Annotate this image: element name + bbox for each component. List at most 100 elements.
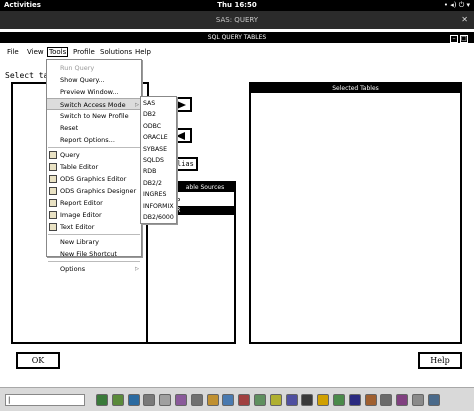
selected-tables-list[interactable] [249, 82, 462, 344]
menu-item-label: Table Editor [60, 163, 99, 171]
menu-item-label: Text Editor [60, 223, 95, 231]
tree-icon[interactable] [333, 394, 345, 406]
menu-item-show-query[interactable]: Show Query... [47, 74, 141, 86]
clock-icon[interactable] [301, 394, 314, 406]
menu-separator [48, 234, 140, 235]
menu-item-label: Switch Access Mode [60, 101, 126, 109]
menu-item-reset[interactable]: Reset [47, 122, 141, 134]
access-mode-item[interactable]: DB2/2 [143, 178, 177, 190]
ok-button[interactable]: OK [16, 352, 60, 369]
table-sources-header: able Sources [176, 183, 234, 192]
menu-tools[interactable]: Tools [47, 47, 69, 57]
report-editor-icon [49, 199, 57, 207]
select-tables-label: Select ta [5, 71, 49, 80]
close-icon[interactable]: ✕ [461, 11, 468, 29]
clock[interactable]: Thu 16:50 [0, 1, 474, 9]
menu-separator [48, 147, 140, 148]
menu-item-switch-access-mode[interactable]: Switch Access Mode ▷ [47, 98, 141, 110]
source-item-selected[interactable]: R [176, 206, 234, 215]
access-mode-item[interactable]: DB2/6000 [143, 212, 177, 224]
graph-icon[interactable] [285, 394, 298, 406]
app-icon[interactable] [427, 394, 440, 406]
table-icon[interactable] [254, 394, 266, 406]
folder-icon[interactable] [159, 394, 172, 406]
menubar: File View Tools Profile Solutions Help [0, 47, 474, 58]
command-field[interactable]: | [5, 394, 85, 406]
menu-item-options[interactable]: Options ▷ [47, 263, 141, 275]
access-mode-item[interactable]: INGRES [143, 189, 177, 201]
window-title: SAS: QUERY [215, 16, 259, 24]
menu-item-label: Options [60, 265, 86, 273]
minimize-icon[interactable]: – [450, 35, 458, 43]
editor-icon[interactable] [175, 394, 187, 406]
menu-view[interactable]: View [27, 48, 44, 56]
text-editor-icon [49, 223, 57, 231]
db-icon[interactable] [348, 394, 361, 406]
search-icon[interactable] [269, 394, 282, 406]
menu-item-new-file-shortcut[interactable]: New File Shortcut [47, 248, 141, 260]
menu-solutions[interactable]: Solutions [100, 48, 132, 56]
access-mode-submenu: SAS DB2 ODBC ORACLE SYBASE SQLDS RDB DB2/2 INGRE… [140, 96, 177, 224]
submenu-arrow-icon: ▷ [135, 266, 139, 272]
sql-window-titlebar: SQL QUERY TABLES – □ [0, 32, 474, 43]
ods-graphics-editor-icon [49, 175, 57, 183]
menu-item-label: New Library [60, 238, 99, 246]
print-icon[interactable] [190, 394, 203, 406]
menu-item-text-editor[interactable]: Text Editor [47, 221, 141, 233]
selected-tables-header: Selected Tables [251, 84, 460, 93]
menu-item-label: Image Editor [60, 211, 102, 219]
query-icon [49, 151, 57, 159]
menu-item-query[interactable]: Query [47, 149, 141, 161]
run-icon[interactable] [317, 394, 330, 406]
menu-item-label: ODS Graphics Editor [60, 175, 127, 183]
menu-item-report-options[interactable]: Report Options... [47, 134, 141, 146]
system-tray[interactable]: • ◂) ⏻ ▾ [444, 1, 470, 10]
table-editor-icon [49, 163, 57, 171]
menu-item-label: New File Shortcut [60, 250, 117, 258]
calendar-icon[interactable] [111, 394, 124, 406]
access-mode-item[interactable]: DB2 [143, 109, 177, 121]
access-mode-item[interactable]: INFORMIX [143, 201, 177, 213]
menu-item-report-editor[interactable]: Report Editor [47, 197, 141, 209]
menu-item-image-editor[interactable]: Image Editor [47, 209, 141, 221]
gear-icon[interactable] [143, 394, 156, 406]
menu-item-label: Query [60, 151, 80, 159]
source-item[interactable]: P [176, 197, 188, 206]
menu-help[interactable]: Help [135, 48, 151, 56]
access-mode-item[interactable]: SQLDS [143, 155, 177, 167]
menu-file[interactable]: File [7, 48, 19, 56]
ods-graphics-designer-icon [49, 187, 57, 195]
menu-item-ods-graphics-designer[interactable]: ODS Graphics Designer [47, 185, 141, 197]
terminal-icon[interactable] [96, 394, 108, 406]
menu-item-label: Show Query... [60, 76, 105, 84]
maximize-icon[interactable]: □ [460, 35, 468, 43]
menu-item-label: Preview Window... [60, 88, 119, 96]
menu-profile[interactable]: Profile [73, 48, 95, 56]
web-icon[interactable] [364, 394, 377, 406]
access-mode-item[interactable]: ODBC [143, 121, 177, 133]
menu-item-switch-to-new-profile[interactable]: Switch to New Profile [47, 110, 141, 122]
box-icon[interactable] [396, 394, 409, 406]
access-mode-item[interactable]: RDB [143, 166, 177, 178]
network-icon[interactable] [206, 394, 219, 406]
browser-icon[interactable] [127, 394, 140, 406]
system-top-bar: Activities Thu 16:50 • ◂) ⏻ ▾ [0, 0, 474, 11]
access-mode-item[interactable]: SAS [143, 98, 177, 110]
help-button[interactable]: Help [418, 352, 462, 369]
menu-item-table-editor[interactable]: Table Editor [47, 161, 141, 173]
menu-item-label: ODS Graphics Designer [60, 187, 137, 195]
menu-item-ods-graphics-editor[interactable]: ODS Graphics Editor [47, 173, 141, 185]
tool-icon[interactable] [412, 394, 424, 406]
tools-menu: Run Query Show Query... Preview Window... S… [46, 59, 142, 273]
menu-item-label: Reset [60, 124, 79, 132]
menu-item-run-query[interactable]: Run Query [47, 62, 141, 74]
access-mode-item[interactable]: SYBASE [143, 144, 177, 156]
access-mode-item[interactable]: ORACLE [143, 132, 177, 144]
doc-icon[interactable] [380, 394, 393, 406]
submenu-arrow-icon: ▷ [135, 102, 139, 108]
chart-icon[interactable] [238, 394, 251, 406]
menu-item-preview-window[interactable]: Preview Window... [47, 86, 141, 98]
mail-icon[interactable] [222, 394, 235, 406]
menu-item-new-library[interactable]: New Library [47, 236, 141, 248]
window-titlebar: SAS: QUERY ✕ [0, 11, 474, 29]
